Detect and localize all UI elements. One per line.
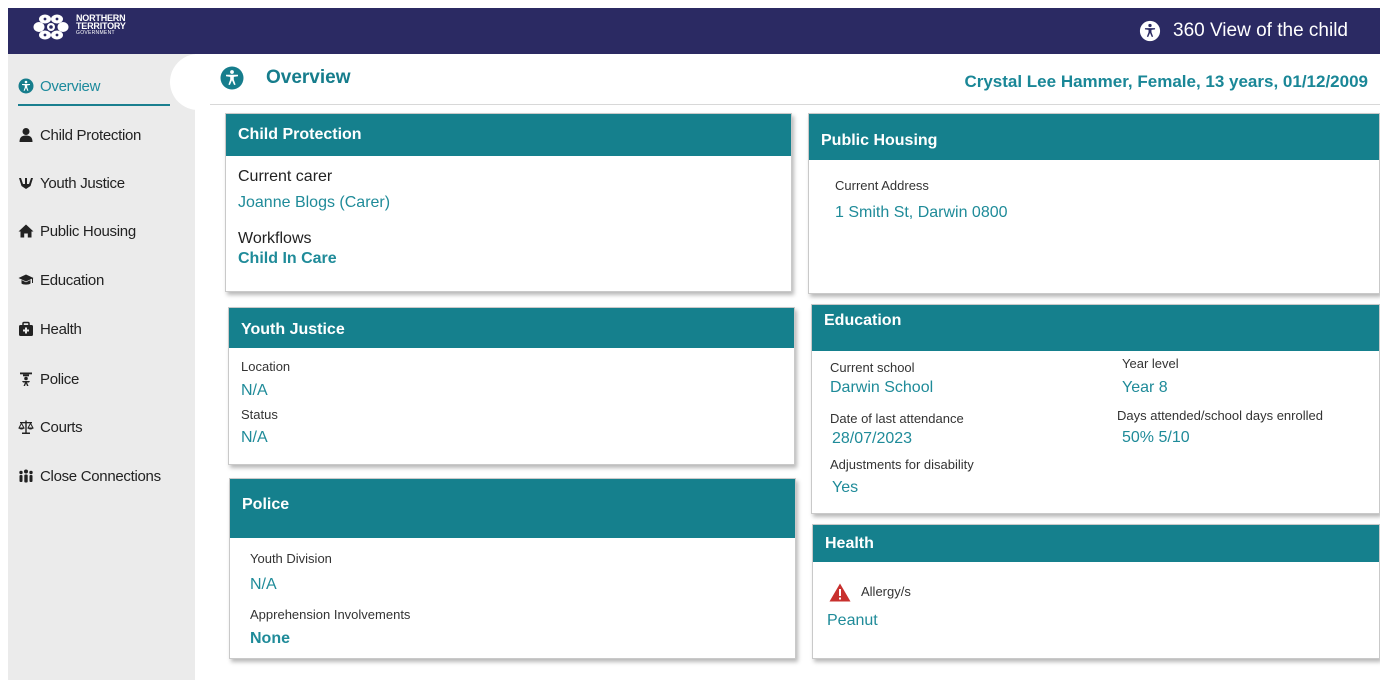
overview-icon [220, 66, 244, 90]
scales-icon [18, 420, 34, 434]
sidebar-item-courts[interactable]: Courts [18, 414, 83, 440]
sidebar-item-label: Health [40, 320, 82, 338]
sidebar-active-underline [18, 104, 170, 106]
sidebar-item-label: Overview [40, 77, 101, 95]
logo-flower-icon [33, 14, 69, 40]
allergy-label: Allergy/s [861, 584, 911, 599]
card-header: Child Protection [226, 114, 791, 156]
allergy-value: Peanut [827, 612, 878, 629]
card-police[interactable]: Police Youth Division N/A Apprehension I… [229, 478, 796, 659]
app-title-text: 360 View of the child [1173, 20, 1348, 41]
sidebar-item-label: Youth Justice [40, 174, 125, 192]
warning-icon [829, 583, 851, 602]
current-school-label: Current school [830, 360, 915, 375]
year-level-label: Year level [1122, 356, 1179, 371]
logo-line-2: TERRITORY [76, 21, 126, 31]
app-title: 360 View of the child [1139, 20, 1348, 42]
sidebar-item-label: Close Connections [40, 467, 161, 485]
sidebar-item-youth-justice[interactable]: Youth Justice [18, 170, 125, 196]
card-education[interactable]: Education Current school Darwin School Y… [811, 304, 1380, 514]
sidebar-item-label: Police [40, 370, 80, 388]
days-attended-label: Days attended/school days enrolled [1117, 408, 1323, 423]
current-address-label: Current Address [835, 178, 929, 193]
child-identity-summary: Crystal Lee Hammer, Female, 13 years, 01… [964, 72, 1368, 91]
sidebar-item-overview[interactable]: Overview [18, 73, 100, 99]
card-header: Education [812, 305, 1379, 351]
year-level-value: Year 8 [1122, 379, 1168, 396]
top-bar: NORTHERN TERRITORY GOVERNMENT 360 View o… [8, 8, 1380, 54]
disability-adjustments-value: Yes [832, 479, 859, 496]
medical-kit-icon [19, 321, 33, 336]
youth-justice-icon [19, 178, 33, 189]
sidebar-item-label: Child Protection [40, 126, 142, 144]
location-value: N/A [241, 382, 268, 399]
nt-government-logo[interactable]: NORTHERN TERRITORY GOVERNMENT [32, 12, 172, 42]
card-header: Health [813, 525, 1379, 562]
last-attendance-label: Date of last attendance [830, 411, 964, 426]
logo-text: NORTHERN TERRITORY GOVERNMENT [76, 14, 126, 37]
card-child-protection[interactable]: Child Protection Current carer Joanne Bl… [225, 113, 792, 292]
graduation-cap-icon [18, 274, 34, 285]
card-health[interactable]: Health Allergy/s Peanut [812, 524, 1380, 659]
sidebar-item-health[interactable]: Health [18, 316, 82, 342]
card-title: Education [824, 312, 902, 329]
card-title: Child Protection [238, 126, 362, 143]
youth-division-label: Youth Division [250, 551, 332, 566]
sidebar-item-child-protection[interactable]: Child Protection [18, 122, 141, 148]
card-header: Police [230, 479, 795, 538]
card-title: Youth Justice [241, 321, 345, 338]
youth-division-value: N/A [250, 576, 277, 593]
card-title: Police [242, 495, 290, 513]
page-header: Overview [220, 66, 351, 90]
people-group-icon [19, 469, 33, 483]
sidebar-item-label: Education [40, 271, 105, 289]
current-carer-link[interactable]: Joanne Blogs (Carer) [238, 194, 390, 212]
current-carer-label: Current carer [238, 168, 333, 185]
last-attendance-value: 28/07/2023 [832, 430, 913, 447]
card-header: Public Housing [809, 114, 1379, 160]
sidebar-item-close-connections[interactable]: Close Connections [18, 463, 161, 489]
status-value: N/A [241, 429, 268, 446]
workflow-link[interactable]: Child In Care [238, 250, 337, 268]
header-divider [210, 104, 1380, 105]
card-title: Health [825, 534, 874, 552]
card-youth-justice[interactable]: Youth Justice Location N/A Status N/A [228, 307, 795, 465]
status-label: Status [241, 407, 278, 422]
page-title: Overview [266, 67, 351, 88]
card-title: Public Housing [821, 132, 938, 149]
sidebar-item-public-housing[interactable]: Public Housing [18, 218, 136, 244]
house-icon [18, 224, 34, 238]
sidebar-item-police[interactable]: Police [18, 366, 79, 392]
overview-icon [18, 78, 34, 94]
location-label: Location [241, 359, 291, 374]
sidebar-item-label: Courts [40, 418, 83, 436]
days-attended-value: 50% 5/10 [1122, 429, 1190, 446]
accessibility-icon [1139, 20, 1161, 42]
apprehension-value: None [250, 630, 290, 647]
apprehension-label: Apprehension Involvements [250, 607, 411, 622]
card-header: Youth Justice [229, 308, 794, 348]
app-root: NORTHERN TERRITORY GOVERNMENT 360 View o… [0, 0, 1380, 680]
current-address-value: 1 Smith St, Darwin 0800 [835, 204, 1008, 221]
sidebar-item-education[interactable]: Education [18, 267, 104, 293]
sidebar-item-label: Public Housing [40, 222, 136, 240]
person-icon [19, 128, 33, 142]
workflows-label: Workflows [238, 230, 312, 247]
card-public-housing[interactable]: Public Housing Current Address 1 Smith S… [808, 113, 1380, 294]
disability-adjustments-label: Adjustments for disability [830, 457, 974, 472]
current-school-value: Darwin School [830, 379, 934, 396]
police-icon [20, 372, 32, 386]
